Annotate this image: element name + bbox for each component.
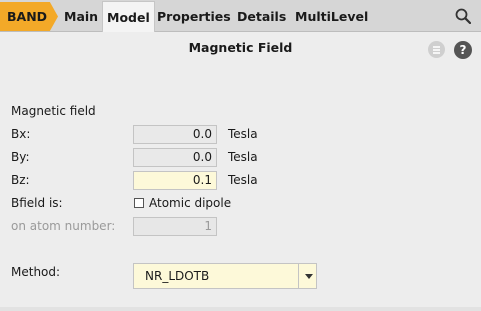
by-unit: Tesla (228, 150, 258, 164)
search-icon[interactable] (455, 8, 471, 24)
section-label-magnetic-field: Magnetic field (11, 104, 96, 118)
top-tab-bar: BAND Main Model Properties Details Multi… (0, 0, 481, 32)
bz-unit: Tesla (228, 173, 258, 187)
method-select-value: NR_LDOTB (145, 269, 210, 283)
bz-field[interactable]: 0.1 (133, 171, 217, 190)
tab-multilevel[interactable]: MultiLevel (295, 2, 368, 31)
chevron-down-icon[interactable] (305, 274, 313, 279)
atom-number-label: on atom number: (11, 219, 116, 233)
tab-model[interactable]: Model (102, 1, 155, 32)
panel-title: Magnetic Field (188, 40, 293, 55)
by-field[interactable]: 0.0 (133, 148, 217, 167)
tab-main[interactable]: Main (64, 2, 98, 31)
bfield-label: Bfield is: (11, 196, 63, 210)
bottom-edge (0, 307, 481, 311)
select-divider (298, 264, 299, 288)
atomic-dipole-label[interactable]: Atomic dipole (149, 196, 231, 210)
bz-label: Bz: (11, 173, 30, 187)
bx-label: Bx: (11, 127, 31, 141)
tab-details[interactable]: Details (237, 2, 286, 31)
bx-field[interactable]: 0.0 (133, 125, 217, 144)
band-tab[interactable]: BAND (0, 2, 58, 31)
help-icon[interactable]: ? (454, 41, 472, 59)
bx-unit: Tesla (228, 127, 258, 141)
atomic-dipole-checkbox[interactable] (134, 198, 144, 208)
by-label: By: (11, 150, 30, 164)
atom-number-field: 1 (133, 217, 217, 236)
method-select[interactable]: NR_LDOTB (133, 263, 317, 289)
menu-icon[interactable] (428, 41, 445, 58)
tab-properties[interactable]: Properties (157, 2, 231, 31)
method-label: Method: (11, 265, 61, 279)
